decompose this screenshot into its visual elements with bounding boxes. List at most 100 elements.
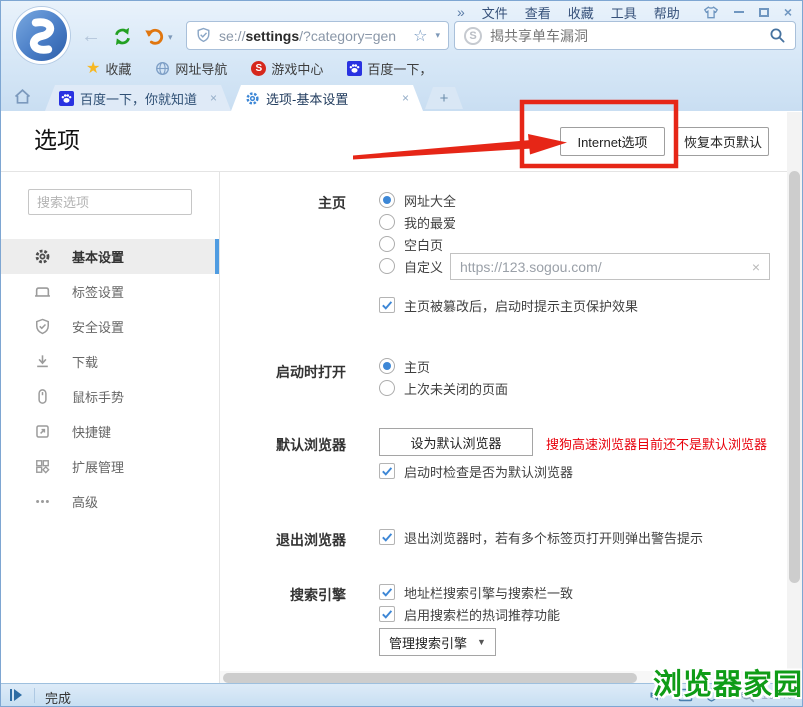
minimize-button[interactable] — [734, 11, 744, 13]
vertical-scrollbar-thumb[interactable] — [789, 171, 800, 583]
sidebar-toggle-icon[interactable] — [10, 689, 22, 701]
manage-search-engines-button[interactable]: 管理搜索引擎 ▼ — [379, 628, 496, 656]
tab-close-icon[interactable]: × — [402, 91, 409, 105]
radio-icon[interactable] — [379, 380, 395, 396]
back-icon[interactable]: ← — [81, 25, 101, 48]
radio-startup-last-session[interactable]: 上次未关闭的页面 — [379, 379, 508, 397]
menu-bar: » 文件 查看 收藏 工具 帮助 × — [1, 1, 802, 21]
tab-close-icon[interactable]: × — [210, 91, 217, 105]
menu-tools[interactable]: 工具 — [611, 3, 637, 22]
bookmark-nav-site[interactable]: 网址导航 — [155, 59, 227, 78]
undo-icon[interactable] — [144, 26, 165, 47]
tab-favicon-baidu — [59, 91, 74, 106]
menu-favorites[interactable]: 收藏 — [568, 3, 594, 22]
radio-homepage-custom[interactable]: 自定义 — [379, 257, 443, 275]
sidebar-item-basic-settings[interactable]: 基本设置 — [1, 239, 219, 274]
sidebar-item-security-settings[interactable]: 安全设置 — [1, 309, 219, 344]
checkbox-check-default-on-startup[interactable]: 启动时检查是否为默认浏览器 — [379, 462, 573, 480]
sidebar-item-advanced[interactable]: 高级 — [1, 484, 219, 519]
extensions-grid-icon — [34, 458, 51, 475]
radio-label: 空白页 — [404, 235, 443, 254]
toolbar-overflow-icon[interactable]: » — [457, 4, 465, 20]
maximize-button[interactable] — [759, 8, 769, 17]
radio-label: 网址大全 — [404, 191, 456, 210]
checkbox-icon[interactable] — [379, 297, 395, 313]
undo-dropdown-icon[interactable]: ▾ — [168, 32, 173, 43]
bookmark-game-center[interactable]: S 游戏中心 — [251, 59, 323, 78]
search-input[interactable] — [490, 28, 769, 44]
radio-startup-homepage[interactable]: 主页 — [379, 357, 430, 375]
favorites-star-icon: ★ — [86, 58, 100, 78]
refresh-icon[interactable] — [112, 26, 133, 47]
download-icon — [34, 353, 51, 370]
new-tab-button[interactable]: + — [425, 87, 463, 109]
radio-icon[interactable] — [379, 214, 395, 230]
checkbox-icon[interactable] — [379, 529, 395, 545]
close-button[interactable]: × — [784, 4, 792, 20]
sidebar-item-label: 鼠标手势 — [72, 387, 124, 406]
set-default-browser-button[interactable]: 设为默认浏览器 — [379, 428, 533, 456]
section-label-exit-browser: 退出浏览器 — [216, 530, 346, 550]
menu-file[interactable]: 文件 — [482, 3, 508, 22]
header-divider — [1, 171, 803, 172]
tab-bar: 百度一下，你就知道 × 选项-基本设置 × + — [1, 83, 802, 111]
radio-icon[interactable] — [379, 192, 395, 208]
sogou-logo[interactable] — [13, 7, 70, 64]
bookmark-favorites[interactable]: ★ 收藏 — [86, 58, 131, 78]
clear-input-icon[interactable]: × — [752, 259, 760, 275]
skin-icon[interactable] — [703, 6, 719, 19]
checkbox-label: 启动时检查是否为默认浏览器 — [404, 462, 573, 481]
settings-sidebar: 基本设置 标签设置 安全设置 下载 — [1, 239, 219, 519]
home-icon[interactable] — [13, 88, 32, 105]
search-magnifier-icon[interactable] — [769, 27, 786, 44]
default-browser-warning: 搜狗高速浏览器目前还不是默认浏览器 — [546, 434, 767, 453]
sidebar-item-extension-management[interactable]: 扩展管理 — [1, 449, 219, 484]
bookmark-baidu[interactable]: 百度一下， — [347, 59, 432, 78]
search-bar[interactable]: S — [454, 21, 796, 50]
sidebar-item-shortcut-keys[interactable]: 快捷键 — [1, 414, 219, 449]
menu-view[interactable]: 查看 — [525, 3, 551, 22]
radio-label: 我的最爱 — [404, 213, 456, 232]
custom-homepage-input[interactable] — [460, 259, 752, 275]
vertical-scrollbar[interactable] — [787, 112, 802, 685]
radio-homepage-blank[interactable]: 空白页 — [379, 235, 443, 253]
radio-homepage-favorites[interactable]: 我的最爱 — [379, 213, 456, 231]
tab-settings-active[interactable]: 选项-基本设置 × — [231, 85, 423, 111]
settings-search-input[interactable] — [28, 189, 192, 215]
bookmark-label: 游戏中心 — [271, 59, 323, 78]
sogou-search-icon: S — [464, 27, 482, 45]
checkbox-icon[interactable] — [379, 463, 395, 479]
page-title: 选项 — [34, 121, 80, 155]
radio-label: 主页 — [404, 357, 430, 376]
bookmark-star-icon[interactable]: ☆ — [413, 26, 427, 46]
checkbox-hotword-suggestions[interactable]: 启用搜索栏的热词推荐功能 — [379, 605, 560, 623]
site-security-shield-icon[interactable] — [195, 27, 212, 44]
section-label-startup: 启动时打开 — [216, 362, 346, 382]
sidebar-item-tab-settings[interactable]: 标签设置 — [1, 274, 219, 309]
address-dropdown-icon[interactable]: ▾ — [435, 30, 440, 41]
internet-options-button[interactable]: Internet选项 — [560, 127, 665, 156]
checkbox-label: 地址栏搜索引擎与搜索栏一致 — [404, 583, 573, 602]
button-label: 管理搜索引擎 — [389, 633, 467, 652]
tab-baidu[interactable]: 百度一下，你就知道 × — [45, 85, 231, 111]
restore-defaults-button[interactable]: 恢复本页默认 — [677, 127, 769, 156]
radio-icon[interactable] — [379, 358, 395, 374]
horizontal-scrollbar-thumb[interactable] — [223, 673, 637, 683]
watermark-text: 浏览器家园 — [653, 661, 803, 703]
url-query: /?category=gen — [299, 28, 396, 44]
sidebar-item-mouse-gesture[interactable]: 鼠标手势 — [1, 379, 219, 414]
checkbox-icon[interactable] — [379, 584, 395, 600]
checkbox-exit-warning[interactable]: 退出浏览器时，若有多个标签页打开则弹出警告提示 — [379, 528, 703, 546]
checkbox-icon[interactable] — [379, 606, 395, 622]
address-bar[interactable]: se://settings/?category=gen ☆ ▾ — [186, 21, 449, 50]
checkbox-sync-search-engine[interactable]: 地址栏搜索引擎与搜索栏一致 — [379, 583, 573, 601]
browser-chrome: » 文件 查看 收藏 工具 帮助 × ← ▾ — [1, 1, 802, 111]
sidebar-item-download[interactable]: 下载 — [1, 344, 219, 379]
checkbox-homepage-protect[interactable]: 主页被篡改后，启动时提示主页保护效果 — [379, 296, 638, 314]
menu-help[interactable]: 帮助 — [654, 3, 680, 22]
url-text[interactable]: se://settings/?category=gen — [219, 28, 396, 44]
radio-icon[interactable] — [379, 258, 395, 274]
radio-icon[interactable] — [379, 236, 395, 252]
custom-homepage-field[interactable]: × — [450, 253, 770, 280]
radio-homepage-nav-site[interactable]: 网址大全 — [379, 191, 456, 209]
